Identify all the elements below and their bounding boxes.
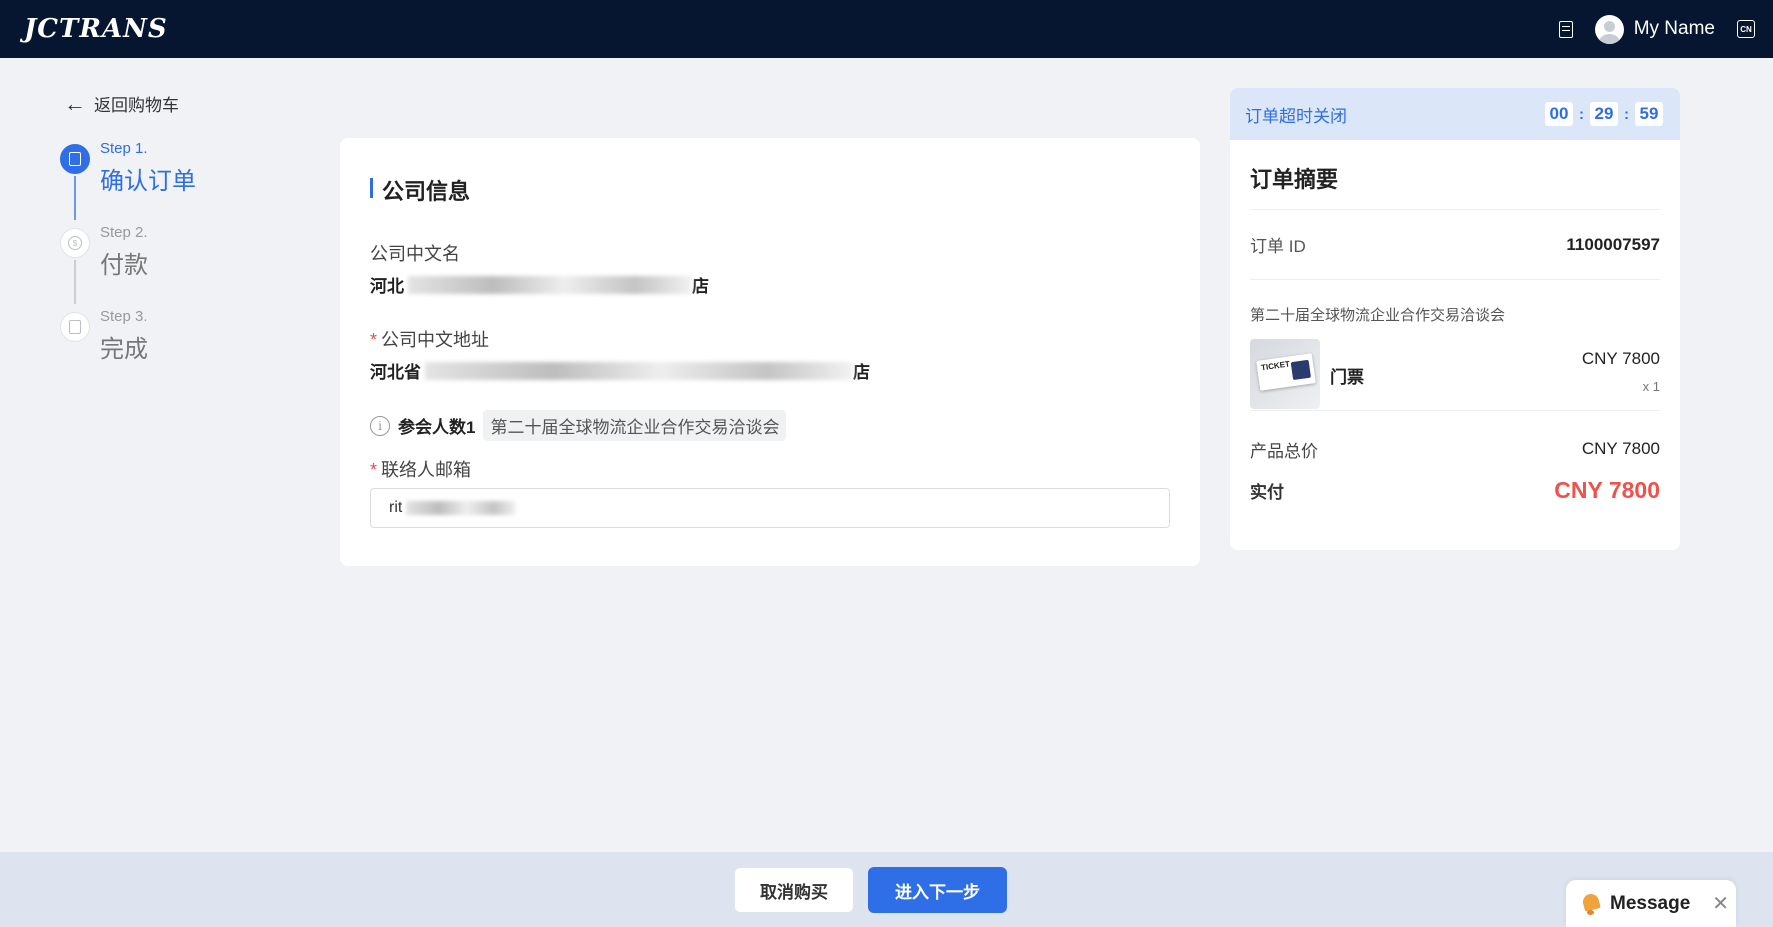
company-name-value: 河北 店 [370, 272, 709, 297]
total-value: CNY 7800 [1581, 439, 1660, 458]
arrow-left-icon: ← [64, 90, 86, 116]
company-address-tail: 店 [853, 363, 870, 382]
product-price: CNY 7800 [1581, 349, 1660, 368]
step-3: Step 3. 完成 [58, 308, 196, 390]
paid-row: 实付 CNY 7800 [1250, 477, 1660, 504]
order-summary-card: 订单摘要 订单 ID 1100007597 第二十届全球物流企业合作交易洽谈会 … [1230, 140, 1680, 550]
payment-icon: $ [60, 228, 90, 258]
back-to-cart-link[interactable]: ← 返回购物车 [64, 91, 179, 116]
next-step-button[interactable]: 进入下一步 [868, 867, 1007, 913]
info-icon[interactable]: i [370, 415, 390, 436]
summary-title: 订单摘要 [1250, 140, 1660, 210]
product-item: TICKET 门票 CNY 7800 x 1 [1250, 339, 1660, 411]
paid-value: CNY 7800 [1554, 477, 1660, 503]
order-summary-panel: 订单超时关闭 00 : 29 : 59 订单摘要 订单 ID 110000759… [1230, 88, 1680, 550]
back-to-cart-label: 返回购物车 [94, 96, 179, 115]
company-address-text: 河北省 [370, 363, 421, 382]
event-tag: 第二十届全球物流企业合作交易洽谈会 [483, 410, 787, 441]
product-quantity: x 1 [1642, 379, 1660, 394]
company-name-label: 公司中文名 [370, 244, 460, 264]
order-id-value: 1100007597 [1566, 234, 1660, 254]
avatar [1594, 14, 1624, 44]
redacted-blur [425, 361, 853, 380]
company-name-tail: 店 [692, 277, 709, 296]
top-navbar: JCTRANS My Name CN [0, 0, 1773, 58]
email-field[interactable]: rit [370, 488, 1170, 528]
step-title: 确认订单 [100, 168, 196, 195]
step-connector [74, 260, 76, 304]
cancel-purchase-button[interactable]: 取消购买 [734, 867, 854, 913]
step-title: 付款 [100, 252, 148, 279]
timer-minutes: 29 [1590, 102, 1618, 126]
step-label: Step 1. [100, 140, 148, 157]
order-timeout-bar: 订单超时关闭 00 : 29 : 59 [1230, 88, 1680, 140]
company-info-card: 公司信息 公司中文名 河北 店 * 公司中文地址 河北省 店 i 参会人数1 第二… [340, 138, 1200, 566]
company-address-label: * 公司中文地址 [370, 330, 490, 350]
company-name-text: 河北 [370, 277, 404, 296]
email-label: * 联络人邮箱 [370, 460, 472, 480]
timer-hours: 00 [1545, 102, 1573, 126]
document-icon[interactable] [1558, 20, 1573, 38]
required-mark: * [370, 460, 378, 480]
bell-icon [1580, 892, 1602, 916]
order-id-row: 订单 ID 1100007597 [1250, 210, 1660, 280]
company-address-value: 河北省 店 [370, 358, 870, 383]
total-label: 产品总价 [1250, 441, 1318, 461]
clipboard-icon [60, 144, 90, 174]
ticket-image-text: TICKET [1256, 353, 1316, 391]
product-name: 门票 [1330, 368, 1364, 387]
email-value: rit [389, 499, 403, 516]
redacted-blur [406, 501, 517, 515]
attendee-count: 参会人数1 [398, 418, 476, 437]
event-name: 第二十届全球物流企业合作交易洽谈会 [1250, 307, 1506, 324]
language-switch-icon[interactable]: CN [1737, 20, 1755, 38]
jctrans-logo[interactable]: JCTRANS [24, 14, 168, 44]
attendee-row: i 参会人数1 第二十届全球物流企业合作交易洽谈会 [370, 410, 787, 441]
user-menu[interactable]: My Name [1594, 14, 1715, 44]
step-label: Step 2. [100, 224, 148, 241]
paid-label: 实付 [1250, 483, 1284, 502]
close-icon[interactable]: ✕ [1712, 891, 1729, 916]
step-2: $ Step 2. 付款 [58, 224, 196, 306]
user-name: My Name [1633, 18, 1715, 39]
redacted-blur [408, 275, 692, 294]
step-title: 完成 [100, 336, 148, 363]
complete-icon [60, 312, 90, 342]
required-mark: * [370, 330, 378, 350]
step-1: Step 1. 确认订单 [58, 140, 196, 222]
ticket-image: TICKET [1250, 339, 1320, 409]
total-row: 产品总价 CNY 7800 [1250, 411, 1660, 477]
message-label: Message [1610, 892, 1691, 914]
step-label: Step 3. [100, 308, 148, 325]
top-right-tools: My Name CN [1558, 0, 1755, 58]
section-title: 公司信息 [370, 174, 470, 206]
step-indicator: Step 1. 确认订单 $ Step 2. 付款 Step 3. 完成 [58, 138, 196, 390]
timer-seconds: 59 [1635, 102, 1663, 126]
order-id-label: 订单 ID [1250, 237, 1306, 256]
countdown-timer: 00 : 29 : 59 [1545, 102, 1663, 126]
timeout-label: 订单超时关闭 [1245, 106, 1347, 126]
message-widget[interactable]: Message ✕ [1566, 880, 1736, 927]
step-connector [74, 176, 76, 220]
